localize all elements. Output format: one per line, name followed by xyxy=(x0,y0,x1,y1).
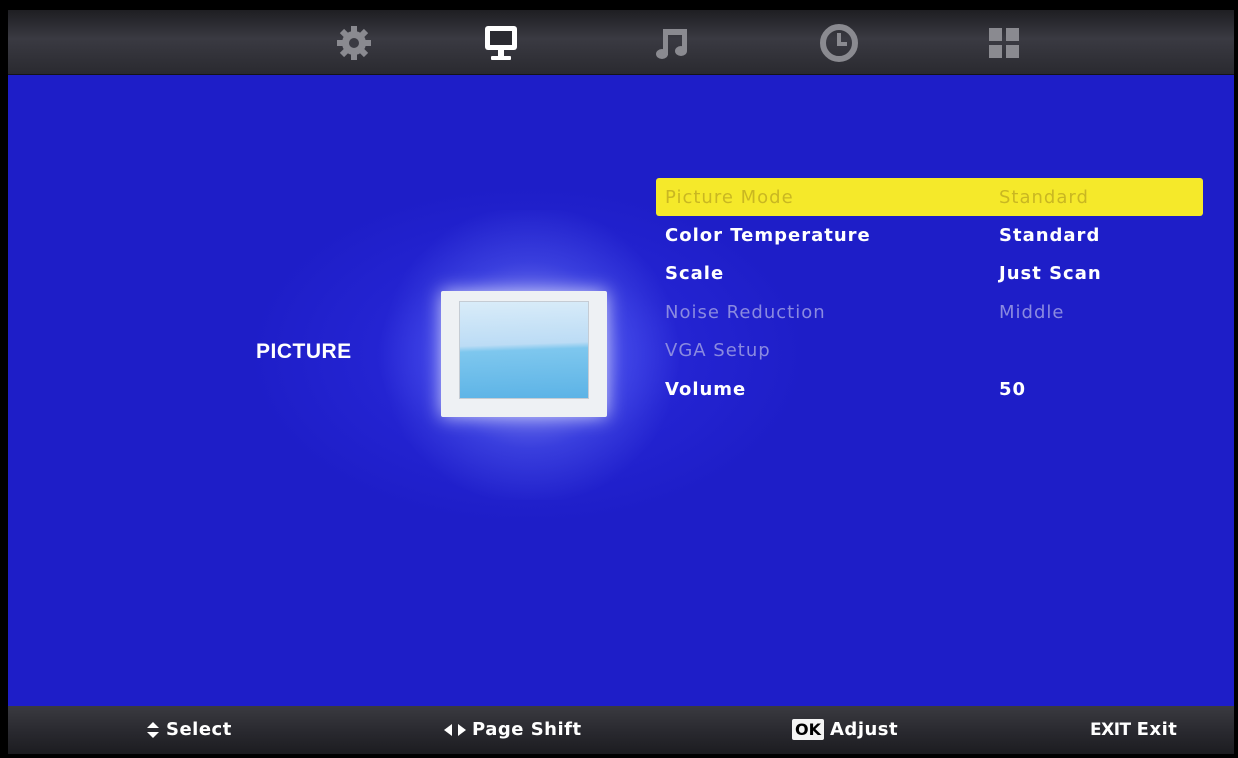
picture-icon xyxy=(441,291,607,417)
menu-item-value: 50 xyxy=(999,378,1027,400)
clock-icon xyxy=(820,24,858,62)
menu-item-label: Picture Mode xyxy=(665,186,794,208)
tab-picture[interactable] xyxy=(473,18,529,68)
grid-icon xyxy=(989,28,1019,58)
picture-icon-screen xyxy=(459,301,589,399)
menu-item-scale[interactable]: Scale Just Scan xyxy=(656,255,1203,294)
menu-item-volume[interactable]: Volume 50 xyxy=(656,370,1203,409)
tv-screen: PICTURE Picture Mode Standard Color Temp… xyxy=(8,10,1234,754)
menu-item-vga-setup: VGA Setup xyxy=(656,332,1203,371)
hint-select: Select xyxy=(146,719,232,740)
music-note-icon xyxy=(656,29,687,59)
menu-tab-bar xyxy=(8,10,1234,75)
menu-item-noise-reduction: Noise Reduction Middle xyxy=(656,293,1203,332)
monitor-icon xyxy=(485,26,517,60)
tab-sound[interactable] xyxy=(645,18,701,68)
menu-item-label: Noise Reduction xyxy=(665,301,826,323)
ok-key-icon: OK xyxy=(792,719,824,740)
menu-item-value: Middle xyxy=(999,301,1065,323)
menu-item-color-temperature[interactable]: Color Temperature Standard xyxy=(656,216,1203,255)
gear-icon xyxy=(337,26,371,60)
hint-label: Exit xyxy=(1136,719,1178,740)
hint-label: Page Shift xyxy=(472,719,582,740)
menu-item-value: Standard xyxy=(999,224,1101,246)
menu-item-value: Standard xyxy=(999,186,1089,208)
category-title: PICTURE xyxy=(256,340,352,363)
up-down-arrows-icon xyxy=(146,721,160,738)
picture-settings-menu: Picture Mode Standard Color Temperature … xyxy=(656,178,1203,409)
menu-item-label: Color Temperature xyxy=(665,224,871,246)
hint-label: Select xyxy=(166,719,232,740)
menu-item-picture-mode[interactable]: Picture Mode Standard xyxy=(656,178,1203,216)
left-right-arrows-icon xyxy=(444,723,466,737)
menu-item-label: Scale xyxy=(665,263,725,285)
tab-setup[interactable] xyxy=(326,18,382,68)
menu-item-label: Volume xyxy=(665,378,747,400)
hint-page-shift: Page Shift xyxy=(444,719,582,740)
tab-time[interactable] xyxy=(811,18,867,68)
hint-adjust: OK Adjust xyxy=(792,719,898,740)
key-hint-bar: Select Page Shift OK Adjust EXIT Exit xyxy=(8,706,1234,754)
exit-key-icon: EXIT xyxy=(1090,719,1131,740)
menu-item-value: Just Scan xyxy=(999,263,1102,285)
tab-apps[interactable] xyxy=(976,18,1032,68)
hint-label: Adjust xyxy=(830,719,899,740)
hint-exit: EXIT Exit xyxy=(1090,719,1177,740)
menu-item-label: VGA Setup xyxy=(665,340,771,362)
